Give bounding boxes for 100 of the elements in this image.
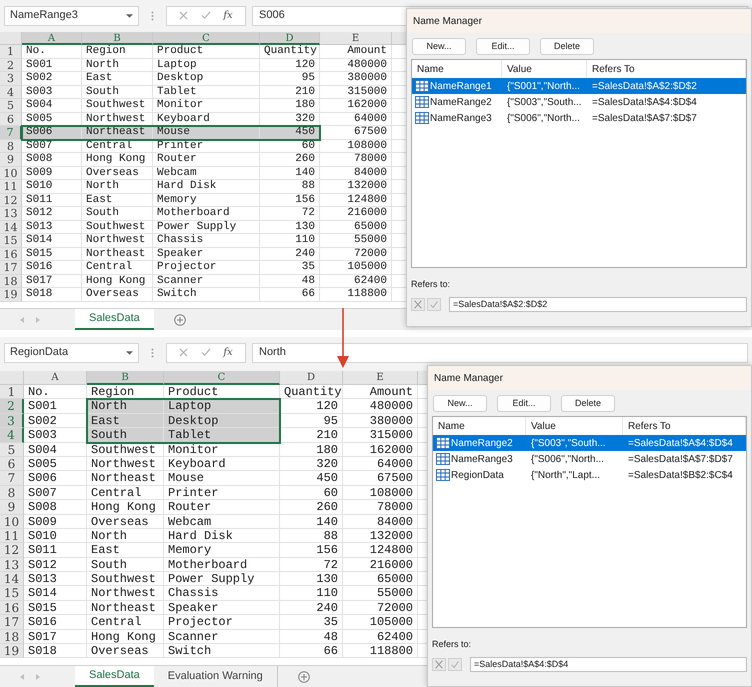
row-header[interactable]: 9 xyxy=(0,153,22,166)
dialog-button[interactable]: Delete xyxy=(561,395,615,412)
row-header[interactable]: 13 xyxy=(0,207,22,220)
row-header[interactable]: 2 xyxy=(0,58,22,72)
cancel-icon[interactable] xyxy=(432,658,446,671)
check-icon[interactable] xyxy=(200,11,211,20)
select-all-corner[interactable] xyxy=(0,32,22,45)
table-cell: Southwest xyxy=(87,572,164,586)
insert-function-button[interactable]: fx xyxy=(223,345,233,360)
row-header[interactable]: 1 xyxy=(0,45,22,58)
table-cell: Laptop xyxy=(153,58,260,72)
row-header[interactable]: 4 xyxy=(0,428,24,443)
row-header[interactable]: 6 xyxy=(0,456,24,472)
row-header[interactable]: 18 xyxy=(0,274,22,288)
row-header[interactable]: 8 xyxy=(0,486,24,500)
row-header[interactable]: 5 xyxy=(0,442,24,457)
dialog-button[interactable]: New... xyxy=(433,395,487,412)
row-header[interactable]: 19 xyxy=(0,644,24,658)
row-header[interactable]: 3 xyxy=(0,72,22,86)
name-list-row[interactable]: NameRange1 {"S001","North... =SalesData!$A$2:$D$2 xyxy=(412,78,746,94)
insert-function-button[interactable]: fx xyxy=(223,8,233,23)
table-cell: Memory xyxy=(153,194,260,207)
cancel-icon[interactable] xyxy=(179,348,188,357)
column-header[interactable]: B xyxy=(82,32,153,45)
row-header[interactable]: 13 xyxy=(0,558,24,572)
dialog-button[interactable]: Delete xyxy=(540,38,594,55)
row-header[interactable]: 9 xyxy=(0,500,24,515)
table-cell: 124800 xyxy=(343,543,418,558)
row-header[interactable]: 6 xyxy=(0,112,22,126)
row-header[interactable]: 2 xyxy=(0,399,24,414)
table-cell: 480000 xyxy=(343,399,418,414)
row-header[interactable]: 8 xyxy=(0,140,22,153)
check-icon[interactable] xyxy=(200,348,211,357)
row-header[interactable]: 17 xyxy=(0,615,24,630)
row-header[interactable]: 5 xyxy=(0,99,22,112)
row-header[interactable]: 14 xyxy=(0,220,22,234)
table-cell: Northeast xyxy=(82,248,153,261)
column-header[interactable]: B xyxy=(87,371,164,385)
row-header[interactable]: 16 xyxy=(0,600,24,616)
row-header[interactable]: 1 xyxy=(0,385,24,400)
cancel-icon[interactable] xyxy=(411,298,425,311)
table-icon xyxy=(415,80,429,92)
row-header[interactable]: 16 xyxy=(0,248,22,261)
check-icon[interactable] xyxy=(448,658,462,671)
scroll-left-icon[interactable] xyxy=(20,674,24,680)
row-header[interactable]: 11 xyxy=(0,180,22,194)
row-header[interactable]: 15 xyxy=(0,234,22,248)
dialog-button[interactable]: New... xyxy=(412,38,466,55)
scroll-right-icon[interactable] xyxy=(36,674,40,680)
cancel-icon[interactable] xyxy=(179,11,188,20)
row-header[interactable]: 12 xyxy=(0,543,24,558)
column-header[interactable]: D xyxy=(280,371,343,385)
table-cell: Desktop xyxy=(153,72,260,86)
refers-to-field[interactable]: =SalesData!$A$2:$D$2 xyxy=(449,297,747,312)
dialog-button[interactable]: Edit... xyxy=(476,38,530,55)
row-header[interactable]: 19 xyxy=(0,288,22,302)
sheet-tab[interactable]: SalesData xyxy=(75,666,154,687)
scroll-left-icon[interactable] xyxy=(20,316,24,322)
column-header[interactable]: C xyxy=(153,32,260,45)
column-header[interactable]: E xyxy=(320,32,392,45)
sheet-tab[interactable]: SalesData xyxy=(75,309,154,330)
column-header[interactable]: D xyxy=(260,32,320,45)
table-cell: S016 xyxy=(22,261,82,274)
table-cell: Mouse xyxy=(164,471,280,486)
row-header[interactable]: 18 xyxy=(0,630,24,644)
dropdown-caret-icon xyxy=(126,350,133,354)
row-header[interactable]: 4 xyxy=(0,86,22,99)
row-header[interactable]: 3 xyxy=(0,414,24,428)
table-cell: Keyboard xyxy=(164,456,280,472)
column-header[interactable]: A xyxy=(24,371,87,385)
row-header[interactable]: 10 xyxy=(0,514,24,529)
table-cell: South xyxy=(87,428,164,443)
row-header[interactable]: 10 xyxy=(0,166,22,180)
row-header[interactable]: 11 xyxy=(0,528,24,544)
name-box[interactable]: RegionData xyxy=(4,342,139,362)
column-header[interactable]: C xyxy=(164,371,280,385)
row-header[interactable]: 12 xyxy=(0,194,22,207)
row-header[interactable]: 14 xyxy=(0,572,24,586)
row-header[interactable]: 7 xyxy=(0,126,22,140)
table-cell: 132000 xyxy=(343,528,418,544)
select-all-corner[interactable] xyxy=(0,371,24,385)
row-header[interactable]: 7 xyxy=(0,471,24,486)
table-cell: S017 xyxy=(22,274,82,288)
check-icon[interactable] xyxy=(427,298,441,311)
name-list-row[interactable]: NameRange2 {"S003","South... =SalesData!$A$4:$D$4 xyxy=(433,435,746,451)
row-header[interactable]: 17 xyxy=(0,261,22,274)
sheet-tab[interactable]: Evaluation Warning xyxy=(154,666,278,687)
table-cell: 66 xyxy=(260,288,320,302)
refers-to-field[interactable]: =SalesData!$A$4:$D$4 xyxy=(470,657,747,672)
add-sheet-icon[interactable] xyxy=(174,314,186,326)
formula-field[interactable]: North xyxy=(252,342,748,362)
column-header[interactable]: A xyxy=(22,32,82,45)
name-box[interactable]: NameRange3 xyxy=(4,6,139,26)
row-header[interactable]: 15 xyxy=(0,586,24,601)
add-sheet-icon[interactable] xyxy=(298,670,310,682)
dialog-button[interactable]: Edit... xyxy=(497,395,551,412)
table-cell: Central xyxy=(82,261,153,274)
column-header[interactable]: E xyxy=(343,371,418,385)
scroll-right-icon[interactable] xyxy=(36,316,40,322)
table-cell: 88 xyxy=(280,528,343,544)
